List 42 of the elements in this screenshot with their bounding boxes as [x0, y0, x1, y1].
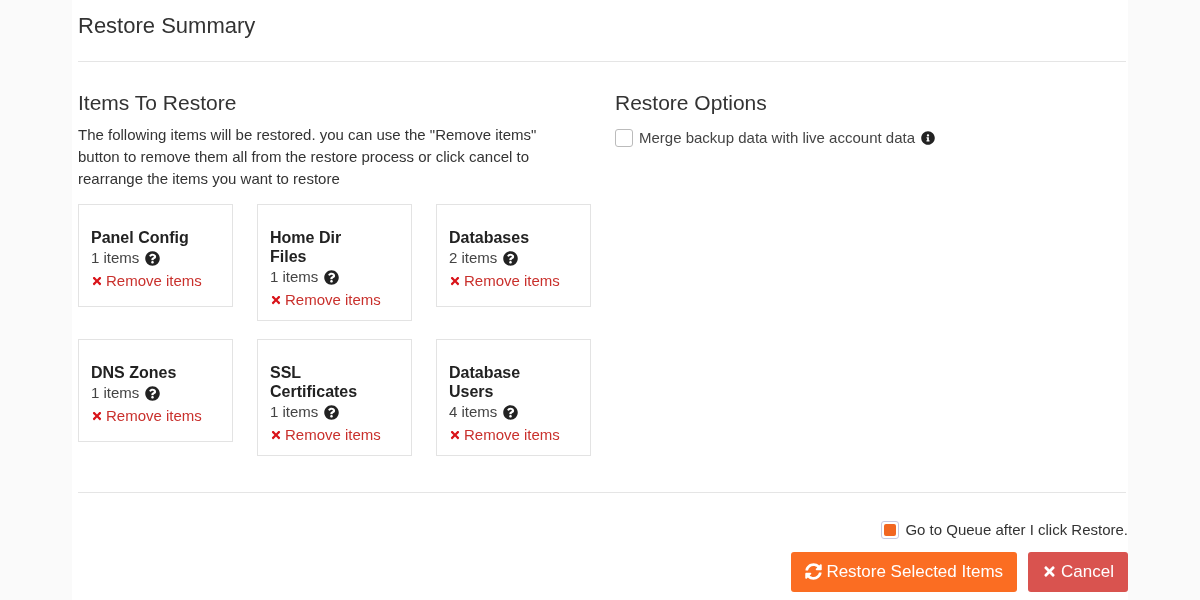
restore-button[interactable]: Restore Selected Items	[791, 551, 1018, 592]
section-heading: Items To Restore	[78, 90, 238, 116]
item-count: 1 items	[270, 402, 319, 422]
card-title: Databases	[449, 228, 531, 247]
close-icon	[91, 275, 103, 287]
help-icon[interactable]	[145, 385, 161, 401]
item-count: 2 items	[449, 248, 498, 268]
page-title: Restore Summary	[78, 12, 257, 40]
remove-items-link[interactable]: Remove items	[449, 269, 578, 293]
remove-items-link[interactable]: Remove items	[91, 404, 220, 428]
option-label: Go to Queue after I click Restore.	[905, 520, 1128, 540]
close-icon	[449, 429, 461, 441]
item-count: 1 items	[270, 267, 319, 287]
info-icon[interactable]	[921, 131, 935, 146]
checkbox[interactable]	[881, 521, 900, 540]
remove-items-link[interactable]: Remove items	[449, 423, 578, 447]
remove-items-link[interactable]: Remove items	[270, 423, 399, 447]
cancel-button[interactable]: Cancel	[1028, 551, 1128, 592]
option-label: Merge backup data with live account data	[639, 128, 915, 148]
description-text: The following items will be restored. you can use the "Remove items" button to remove them all from the restore process or click cancel to rearrange the items you want to restore	[78, 125, 538, 189]
card-title: Panel Config	[91, 228, 190, 247]
help-icon[interactable]	[324, 269, 340, 285]
close-icon	[91, 410, 103, 422]
card-title: SSL Certificates	[270, 363, 359, 401]
checkbox[interactable]	[615, 129, 633, 148]
item-count: 1 items	[91, 383, 140, 403]
close-icon	[449, 275, 461, 287]
card-title: Database Users	[449, 363, 522, 401]
help-icon[interactable]	[503, 404, 519, 420]
help-icon[interactable]	[324, 404, 340, 420]
item-count: 4 items	[449, 402, 498, 422]
item-count: 1 items	[91, 248, 140, 268]
card-title: DNS Zones	[91, 363, 178, 382]
close-icon	[270, 429, 282, 441]
help-icon[interactable]	[145, 250, 161, 266]
refresh-icon	[805, 563, 823, 580]
help-icon[interactable]	[503, 250, 519, 266]
remove-items-link[interactable]: Remove items	[270, 288, 399, 312]
close-icon	[270, 294, 282, 306]
card-title: Home Dir Files	[270, 228, 343, 266]
remove-items-link[interactable]: Remove items	[91, 269, 220, 293]
section-heading: Restore Options	[615, 90, 768, 116]
